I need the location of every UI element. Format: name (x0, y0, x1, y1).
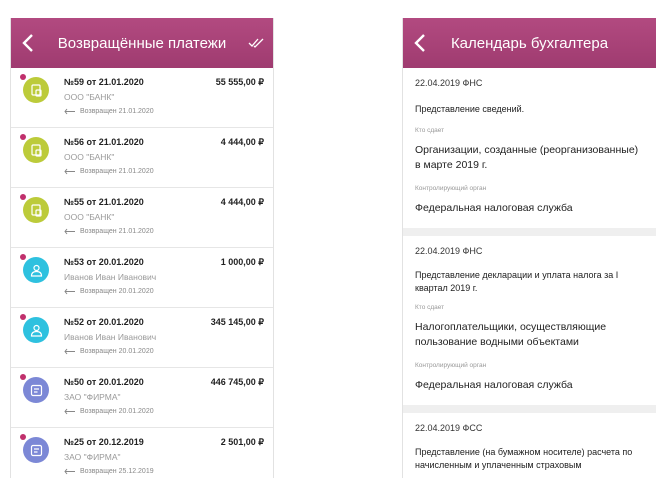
authority-label: Контролирующий орган (415, 185, 487, 192)
return-status: Возвращен 20.01.2020 (64, 348, 154, 355)
return-arrow-icon (64, 288, 75, 295)
return-date: Возвращен 25.12.2019 (80, 468, 154, 475)
who-label: Кто сдает (415, 304, 445, 311)
payment-amount: 446 745,00 ₽ (210, 377, 264, 387)
payment-amount: 55 555,00 ₽ (215, 77, 264, 87)
page-title: Календарь бухгалтера (450, 34, 609, 52)
chevron-left-icon (22, 34, 33, 52)
payment-title: №55 от 21.01.2020 (64, 197, 144, 207)
payment-row[interactable]: №59 от 21.01.2020 55 555,00 ₽ ООО "БАНК" Во… (11, 68, 273, 128)
double-check-icon (248, 38, 264, 48)
page-title: Возвращённые платежи (57, 34, 227, 52)
payment-title: №56 от 21.01.2020 (64, 137, 144, 147)
authority-label: Контролирующий орган (415, 362, 487, 369)
return-arrow-icon (64, 108, 75, 115)
document-icon (23, 137, 49, 163)
person-icon (23, 317, 49, 343)
return-status: Возвращен 21.01.2020 (64, 228, 154, 235)
person-icon (23, 257, 49, 283)
return-date: Возвращен 20.01.2020 (80, 288, 154, 295)
back-button[interactable] (11, 18, 45, 68)
unread-dot (20, 254, 26, 260)
payment-title: №53 от 20.01.2020 (64, 257, 144, 267)
app-bar: Календарь бухгалтера (403, 18, 656, 68)
unread-dot (20, 74, 26, 80)
who-value: Налогоплательщики, осуществляющие пользо… (415, 321, 607, 348)
return-date: Возвращен 21.01.2020 (80, 228, 154, 235)
return-arrow-icon (64, 468, 75, 475)
unread-dot (20, 374, 26, 380)
mark-all-read-button[interactable] (239, 18, 273, 68)
payment-title: №25 от 20.12.2019 (64, 437, 144, 447)
company-icon (23, 437, 49, 463)
payment-row[interactable]: №56 от 21.01.2020 4 444,00 ₽ ООО "БАНК" Воз… (11, 128, 273, 188)
payment-amount: 4 444,00 ₽ (220, 197, 264, 207)
return-status: Возвращен 21.01.2020 (64, 108, 154, 115)
calendar-event[interactable]: 22.04.2019 ФНС Представление сведений. К… (403, 68, 656, 228)
return-date: Возвращен 21.01.2020 (80, 168, 154, 175)
event-header: 22.04.2019 ФСС (415, 423, 483, 433)
unread-dot (20, 194, 26, 200)
return-status: Возвращен 20.01.2020 (64, 408, 154, 415)
chevron-left-icon (414, 34, 425, 52)
payment-row[interactable]: №55 от 21.01.2020 4 444,00 ₽ ООО "БАНК" Воз… (11, 188, 273, 248)
return-date: Возвращен 20.01.2020 (80, 408, 154, 415)
return-status: Возвращен 21.01.2020 (64, 168, 154, 175)
unread-dot (20, 434, 26, 440)
event-description: Представление сведений. (415, 104, 525, 114)
payment-row[interactable]: №53 от 20.01.2020 1 000,00 ₽ Иванов Иван И… (11, 248, 273, 308)
who-label: Кто сдает (415, 127, 445, 134)
authority-value: Федеральная налоговая служба (415, 379, 573, 391)
who-value: Организации, созданные (реорганизованные… (415, 144, 639, 171)
authority-value: Федеральная налоговая служба (415, 202, 573, 214)
calendar-event[interactable]: 22.04.2019 ФНС Представление декларации … (403, 236, 656, 405)
return-date: Возвращен 20.01.2020 (80, 348, 154, 355)
return-status: Возвращен 20.01.2020 (64, 288, 154, 295)
company-icon (23, 377, 49, 403)
event-description: Представление (на бумажном носителе) рас… (415, 447, 633, 470)
event-header: 22.04.2019 ФНС (415, 246, 483, 256)
calendar-event[interactable]: 22.04.2019 ФСС Представление (на бумажно… (403, 413, 656, 472)
payment-title: №52 от 20.01.2020 (64, 317, 144, 327)
divider (403, 228, 656, 236)
app-bar: Возвращённые платежи (11, 18, 273, 68)
payment-title: №50 от 20.01.2020 (64, 377, 144, 387)
payment-amount: 345 145,00 ₽ (210, 317, 264, 327)
return-arrow-icon (64, 228, 75, 235)
return-arrow-icon (64, 408, 75, 415)
return-arrow-icon (64, 168, 75, 175)
unread-dot (20, 314, 26, 320)
payment-row[interactable]: №50 от 20.01.2020 446 745,00 ₽ ЗАО "ФИРМА"… (11, 368, 273, 428)
document-icon (23, 77, 49, 103)
payment-list: №59 от 21.01.2020 55 555,00 ₽ ООО "БАНК" Во… (11, 68, 273, 478)
event-header: 22.04.2019 ФНС (415, 78, 483, 88)
payment-counterparty: ООО "БАНК" (64, 92, 115, 102)
payment-counterparty: ООО "БАНК" (64, 152, 115, 162)
accountant-calendar-screen: Календарь бухгалтера 22.04.2019 ФНС Пред… (402, 18, 656, 478)
back-button[interactable] (403, 18, 437, 68)
payment-amount: 2 501,00 ₽ (220, 437, 264, 447)
return-status: Возвращен 25.12.2019 (64, 468, 154, 475)
document-icon (23, 197, 49, 223)
returned-payments-screen: Возвращённые платежи №59 от 21.01.2020 55… (10, 18, 274, 478)
payment-counterparty: Иванов Иван Иванович (64, 332, 157, 342)
return-date: Возвращен 21.01.2020 (80, 108, 154, 115)
payment-row[interactable]: №25 от 20.12.2019 2 501,00 ₽ ЗАО "ФИРМА" Во… (11, 428, 273, 478)
payment-counterparty: Иванов Иван Иванович (64, 272, 157, 282)
payment-counterparty: ООО "БАНК" (64, 212, 115, 222)
event-description: Представление декларации и уплата налога… (415, 270, 619, 293)
payment-counterparty: ЗАО "ФИРМА" (64, 392, 121, 402)
payment-amount: 1 000,00 ₽ (220, 257, 264, 267)
payment-amount: 4 444,00 ₽ (220, 137, 264, 147)
divider (403, 405, 656, 413)
return-arrow-icon (64, 348, 75, 355)
unread-dot (20, 134, 26, 140)
payment-row[interactable]: №52 от 20.01.2020 345 145,00 ₽ Иванов Иван… (11, 308, 273, 368)
payment-title: №59 от 21.01.2020 (64, 77, 144, 87)
payment-counterparty: ЗАО "ФИРМА" (64, 452, 121, 462)
